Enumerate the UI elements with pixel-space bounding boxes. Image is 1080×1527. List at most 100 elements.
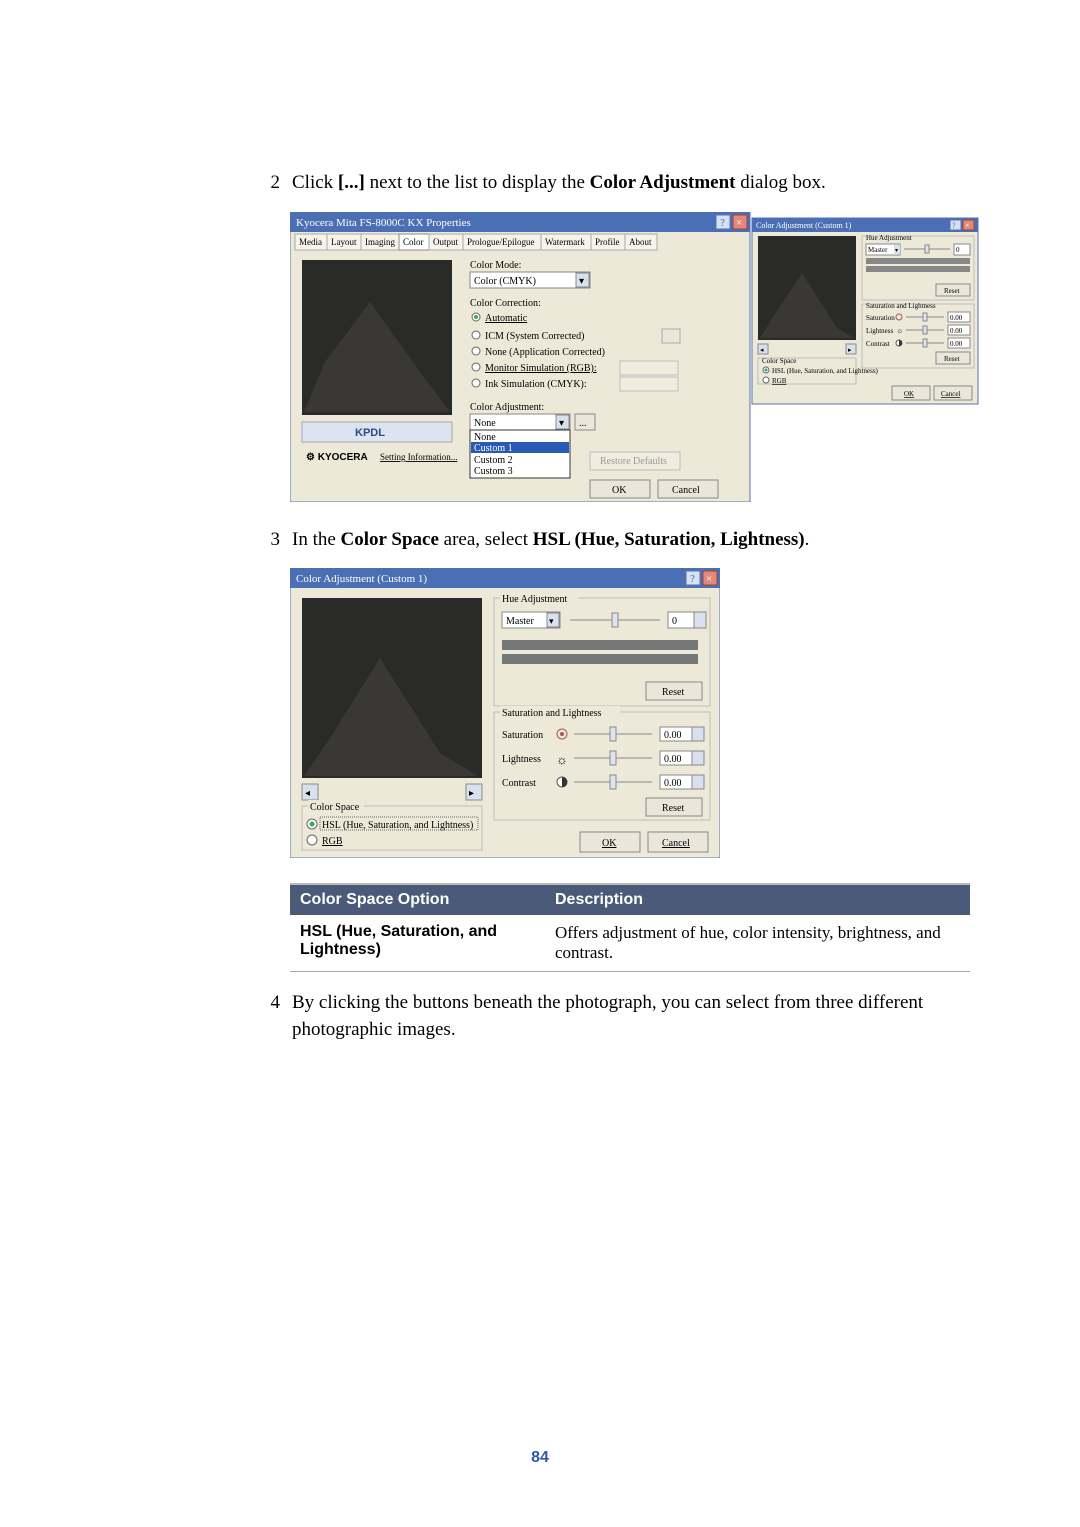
step-2: 2 Click [...] next to the list to displa… (250, 170, 960, 197)
color-mode-select[interactable]: Color (CMYK) (474, 276, 536, 287)
color-space-label: Color Space (310, 802, 360, 813)
hue-label: Hue Adjustment (866, 234, 912, 242)
reset-button[interactable]: Reset (944, 355, 960, 363)
color-adjustment-label: Color Adjustment: (470, 402, 544, 413)
reset-button[interactable]: Reset (944, 287, 960, 295)
svg-text:×: × (965, 221, 970, 230)
tab-imaging[interactable]: Imaging (365, 237, 395, 247)
tab-prologue[interactable]: Prologue/Epilogue (467, 237, 535, 247)
hue-value[interactable]: 0 (672, 616, 677, 627)
cancel-button[interactable]: Cancel (672, 485, 700, 496)
color-adjustment-option[interactable]: Custom 3 (474, 466, 513, 477)
settings-link[interactable]: Setting Information... (380, 452, 458, 462)
saturation-label: Saturation (502, 730, 543, 741)
svg-text:◂: ◂ (760, 346, 764, 354)
svg-text:?: ? (720, 217, 725, 229)
next-button[interactable]: ▸ (469, 788, 474, 799)
table-cell-description: Offers adjustment of hue, color intensit… (545, 915, 970, 972)
ok-button[interactable]: OK (612, 485, 627, 496)
hue-label: Hue Adjustment (502, 594, 567, 605)
lightness-label: Lightness (502, 754, 541, 765)
tab-output[interactable]: Output (433, 237, 459, 247)
svg-text:▾: ▾ (895, 248, 898, 254)
lightness-label: Lightness (866, 327, 893, 335)
tab-watermark[interactable]: Watermark (545, 237, 585, 247)
text: area, select (439, 529, 533, 550)
text-bold: HSL (Hue, Saturation, Lightness) (533, 529, 805, 550)
table-header: Color Space Option (290, 884, 545, 915)
color-adjustment-select[interactable]: None (474, 418, 496, 429)
tab-about[interactable]: About (629, 237, 652, 247)
saturation-label: Saturation (866, 314, 895, 322)
ca-window-title: Color Adjustment (Custom 1) (756, 221, 852, 230)
tab-profile[interactable]: Profile (595, 237, 620, 247)
ellipsis-button[interactable]: ... (579, 418, 587, 429)
sat-group-label: Saturation and Lightness (502, 708, 602, 719)
tab-color[interactable]: Color (403, 237, 424, 247)
svg-text:☼: ☼ (896, 326, 903, 335)
color-adjustment-option[interactable]: None (474, 432, 496, 443)
window-title: Color Adjustment (Custom 1) (296, 573, 427, 585)
window-title: Kyocera Mita FS-8000C KX Properties (296, 217, 471, 229)
color-correction-label: Color Correction: (470, 298, 541, 309)
hue-value[interactable]: 0 (956, 246, 960, 254)
svg-text:▸: ▸ (848, 346, 852, 354)
reset-button[interactable]: Reset (662, 687, 684, 698)
reset-button[interactable]: Reset (662, 803, 684, 814)
radio-icm[interactable]: ICM (System Corrected) (485, 331, 584, 342)
svg-text:?: ? (952, 221, 956, 230)
brand-label: KPDL (355, 427, 385, 439)
saturation-value[interactable]: 0.00 (664, 730, 682, 741)
step-4: 4 By clicking the buttons beneath the ph… (250, 990, 960, 1043)
color-adjustment-option[interactable]: Custom 2 (474, 455, 513, 466)
cancel-button[interactable]: Cancel (941, 390, 960, 398)
radio-automatic[interactable]: Automatic (485, 313, 528, 324)
lightness-value[interactable]: 0.00 (664, 754, 682, 765)
ok-button[interactable]: OK (602, 838, 617, 849)
screenshot-properties-dialog: Kyocera Mita FS-8000C KX Properties ? × … (290, 212, 960, 502)
tab-layout[interactable]: Layout (331, 237, 357, 247)
cancel-button[interactable]: Cancel (662, 838, 690, 849)
screenshot-color-adjustment-dialog: Color Adjustment (Custom 1) ? × ◂ ▸ Colo… (290, 568, 960, 858)
saturation-value[interactable]: 0.00 (950, 314, 963, 322)
master-select[interactable]: Master (506, 616, 534, 627)
sat-group-label: Saturation and Lightness (866, 302, 936, 310)
master-select[interactable]: Master (868, 246, 888, 254)
table-header: Description (545, 884, 970, 915)
svg-text:?: ? (690, 573, 695, 585)
text: . (805, 529, 810, 550)
radio-none[interactable]: None (Application Corrected) (485, 347, 605, 358)
svg-text:×: × (706, 573, 712, 585)
text: next to the list to display the (365, 172, 590, 193)
step-3: 3 In the Color Space area, select HSL (H… (250, 527, 960, 554)
radio-rgb[interactable]: RGB (772, 377, 787, 385)
lightness-value[interactable]: 0.00 (950, 327, 963, 335)
contrast-value[interactable]: 0.00 (664, 778, 682, 789)
contrast-value[interactable]: 0.00 (950, 340, 963, 348)
prev-button[interactable]: ◂ (305, 788, 310, 799)
step-4-number: 4 (250, 990, 292, 1043)
ok-button[interactable]: OK (904, 390, 914, 398)
text: dialog box. (736, 172, 826, 193)
color-adjustment-option[interactable]: Custom 1 (474, 443, 513, 454)
restore-defaults-button[interactable]: Restore Defaults (600, 456, 667, 467)
page-number: 84 (0, 1449, 1080, 1467)
step-3-text: In the Color Space area, select HSL (Hue… (292, 527, 809, 554)
text-bold: [...] (338, 172, 365, 193)
color-space-table: Color Space Option Description HSL (Hue,… (290, 883, 970, 972)
step-3-number: 3 (250, 527, 292, 554)
text-bold: Color Space (341, 529, 439, 550)
svg-text:▾: ▾ (579, 276, 584, 287)
radio-rgb[interactable]: RGB (322, 836, 343, 847)
text-bold: Color Adjustment (590, 172, 736, 193)
text: In the (292, 529, 341, 550)
tab-media[interactable]: Media (299, 237, 322, 247)
radio-monitor[interactable]: Monitor Simulation (RGB): (485, 363, 597, 374)
radio-ink[interactable]: Ink Simulation (CMYK): (485, 379, 587, 390)
radio-hsl[interactable]: HSL (Hue, Saturation, and Lightness) (322, 820, 473, 831)
step-2-text: Click [...] next to the list to display … (292, 170, 826, 197)
svg-text:▾: ▾ (549, 616, 554, 626)
svg-text:☼: ☼ (556, 752, 568, 767)
color-mode-label: Color Mode: (470, 260, 521, 271)
contrast-label: Contrast (502, 778, 536, 789)
